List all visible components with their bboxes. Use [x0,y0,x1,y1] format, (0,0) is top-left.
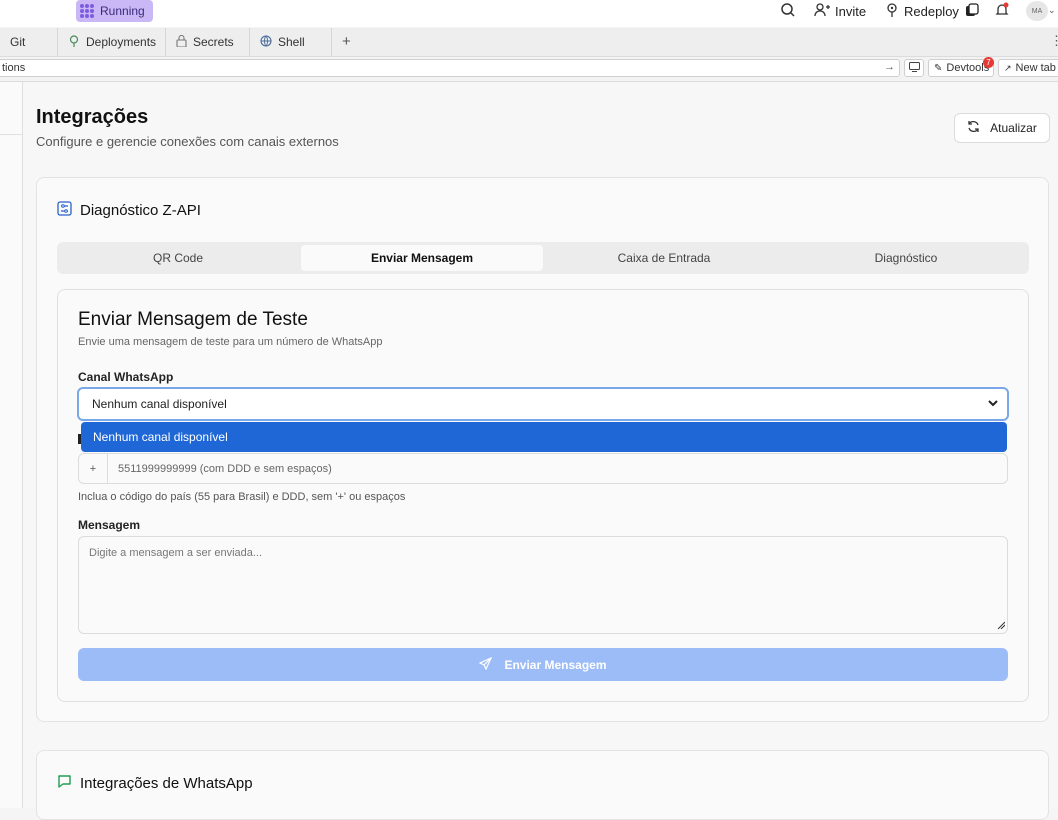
redeploy-button[interactable]: Redeploy [877,0,967,22]
devtools-badge: 7 [983,57,994,68]
monitor-icon [908,61,920,75]
layers-icon[interactable] [965,3,979,22]
url-text: tions [2,62,26,74]
resize-handle-icon[interactable] [997,620,1006,632]
add-user-icon [814,2,830,20]
phone-field[interactable]: + 5511999999999 (com DDD e sem espaços) [78,453,1008,484]
status-badge[interactable]: Running [76,0,153,22]
tab-shell[interactable]: Shell [250,28,332,56]
channel-option[interactable]: Nenhum canal disponível [81,422,1007,452]
phone-placeholder: 5511999999999 (com DDD e sem espaços) [118,462,332,475]
tab-inbox[interactable]: Caixa de Entrada [543,245,785,271]
message-label: Mensagem [78,518,141,532]
tab-label: Secrets [193,35,234,49]
tab-label: Git [10,35,26,49]
diagnostic-tabs: QR Code Enviar Mensagem Caixa de Entrada… [57,242,1029,274]
more-icon[interactable]: ⋮ [1050,33,1058,49]
tab-diagnostic[interactable]: Diagnóstico [785,245,1027,271]
wrench-icon: ✎ [934,62,943,74]
message-textarea[interactable]: Digite a mensagem a ser enviada... [78,536,1008,634]
send-label: Enviar Mensagem [504,657,607,672]
arrow-right-icon[interactable]: → [884,61,895,73]
tab-secrets[interactable]: Secrets [166,28,250,56]
bell-icon[interactable] [994,2,1010,23]
refresh-icon [967,120,980,136]
avatar[interactable]: MA [1026,1,1048,21]
panel-description: Envie uma mensagem de teste para um núme… [78,336,383,348]
left-sidebar [0,82,23,808]
phone-hint: Inclua o código do país (55 para Brasil)… [78,491,406,503]
channel-select[interactable]: Nenhum canal disponível [77,387,1009,421]
chevron-down-icon [987,397,999,412]
add-tab-button[interactable]: + [342,33,351,50]
diagnostic-icon [57,201,72,220]
search-icon[interactable] [780,2,796,23]
chat-icon [57,774,72,793]
send-message-button[interactable]: Enviar Mensagem [78,648,1008,681]
grid-icon [80,4,94,18]
invite-label: Invite [835,3,867,19]
message-placeholder: Digite a mensagem a ser enviada... [89,547,263,559]
tab-qr-code[interactable]: QR Code [57,245,299,271]
lock-icon [176,34,187,50]
refresh-label: Atualizar [990,121,1037,135]
tab-git[interactable]: Git [0,28,58,56]
external-link-icon: ↗ [1004,62,1012,73]
tab-send-message[interactable]: Enviar Mensagem [301,245,543,271]
redeploy-icon [885,2,899,20]
avatar-initials: MA [1031,7,1043,15]
chevron-down-icon[interactable]: ⌄ [1048,5,1056,16]
tab-label: Deployments [86,35,157,49]
refresh-button[interactable]: Atualizar [954,113,1050,143]
deployments-icon [68,34,80,50]
tab-label: Shell [278,35,305,49]
panel-title: Enviar Mensagem de Teste [78,309,308,330]
diagnostic-title-text: Diagnóstico Z-API [80,202,201,219]
url-input[interactable]: tions → [0,59,900,77]
whatsapp-title: Integrações de WhatsApp [57,774,253,793]
page-subtitle: Configure e gerencie conexões com canais… [36,134,339,149]
channel-option-label: Nenhum canal disponível [93,430,228,444]
channel-label: Canal WhatsApp [78,370,174,384]
status-label: Running [100,4,145,18]
shell-icon [260,34,272,50]
invite-button[interactable]: Invite [806,0,875,22]
diagnostic-title: Diagnóstico Z-API [57,201,201,220]
redeploy-label: Redeploy [904,3,959,19]
whatsapp-title-text: Integrações de WhatsApp [80,775,253,792]
new-tab-label: New tab [1015,62,1056,74]
tab-deployments[interactable]: Deployments [58,28,166,56]
page-title: Integrações [36,106,149,128]
new-tab-button[interactable]: ↗ New tab [998,59,1058,77]
monitor-button[interactable] [904,59,924,77]
phone-prefix: + [79,454,108,483]
send-icon [479,656,493,673]
channel-value: Nenhum canal disponível [92,397,227,411]
